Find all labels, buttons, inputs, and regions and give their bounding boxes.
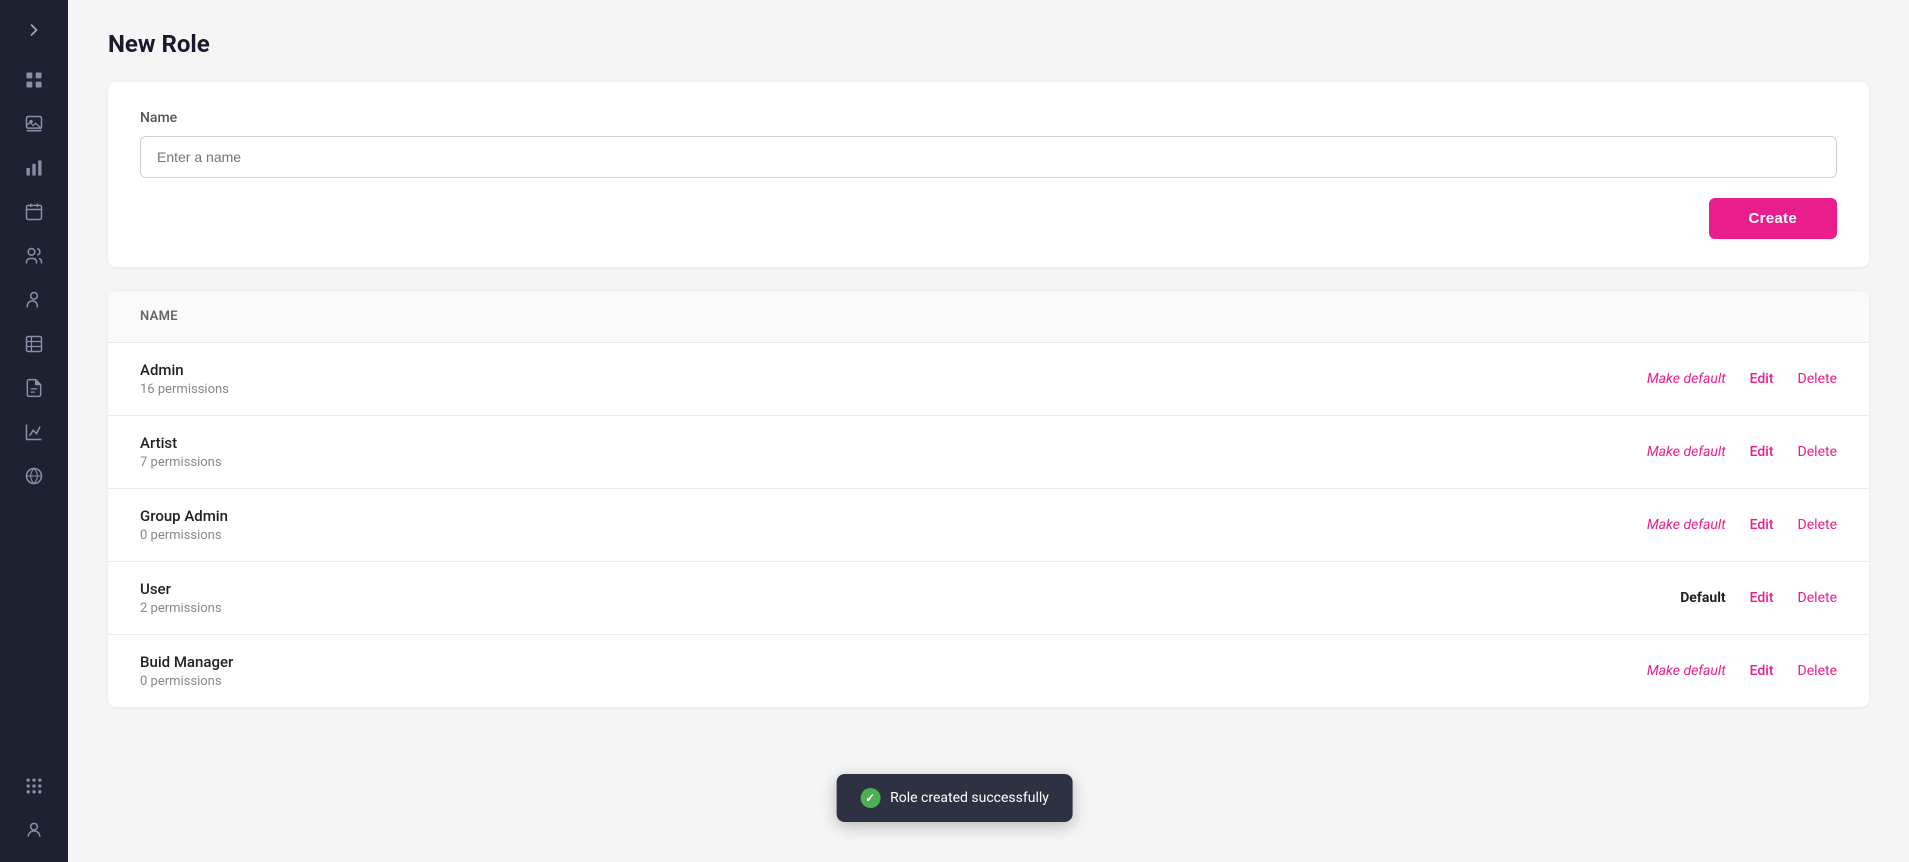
sidebar-item-table[interactable] bbox=[12, 324, 56, 364]
sidebar-item-dashboard[interactable] bbox=[12, 60, 56, 100]
role-permissions-admin: 16 permissions bbox=[140, 382, 1647, 397]
sidebar-item-account[interactable] bbox=[12, 810, 56, 850]
edit-button-artist[interactable]: Edit bbox=[1750, 444, 1774, 460]
default-badge-user: Default bbox=[1680, 590, 1725, 606]
edit-button-buid-manager[interactable]: Edit bbox=[1750, 663, 1774, 679]
toast-message: Role created successfully bbox=[890, 790, 1049, 806]
sidebar bbox=[0, 0, 68, 862]
page-title: New Role bbox=[108, 30, 1869, 58]
role-name-group-admin: Group Admin bbox=[140, 507, 1647, 525]
sidebar-item-users[interactable] bbox=[12, 236, 56, 276]
role-permissions-buid-manager: 0 permissions bbox=[140, 674, 1647, 689]
sidebar-item-user[interactable] bbox=[12, 280, 56, 320]
table-row: Buid Manager 0 permissions Make default … bbox=[108, 635, 1869, 707]
create-role-button[interactable]: Create bbox=[1709, 198, 1838, 239]
table-icon bbox=[24, 334, 44, 354]
make-default-button-group-admin[interactable]: Make default bbox=[1647, 517, 1726, 533]
table-header: Name bbox=[108, 291, 1869, 343]
edit-button-group-admin[interactable]: Edit bbox=[1750, 517, 1774, 533]
role-info-group-admin: Group Admin 0 permissions bbox=[140, 507, 1647, 543]
role-actions-buid-manager: Make default Edit Delete bbox=[1647, 663, 1837, 679]
delete-button-artist[interactable]: Delete bbox=[1798, 444, 1837, 460]
role-info-admin: Admin 16 permissions bbox=[140, 361, 1647, 397]
table-row: User 2 permissions Default Edit Delete bbox=[108, 562, 1869, 635]
edit-button-admin[interactable]: Edit bbox=[1750, 371, 1774, 387]
table-row: Group Admin 0 permissions Make default E… bbox=[108, 489, 1869, 562]
role-permissions-user: 2 permissions bbox=[140, 601, 1680, 616]
user-icon bbox=[24, 290, 44, 310]
roles-table: Name Admin 16 permissions Make default E… bbox=[108, 291, 1869, 707]
apps-icon bbox=[24, 776, 44, 796]
image-gallery-icon bbox=[24, 114, 44, 134]
make-default-button-buid-manager[interactable]: Make default bbox=[1647, 663, 1726, 679]
role-info-user: User 2 permissions bbox=[140, 580, 1680, 616]
sidebar-item-analytics[interactable] bbox=[12, 412, 56, 452]
globe-icon bbox=[24, 466, 44, 486]
role-actions-user: Default Edit Delete bbox=[1680, 590, 1837, 606]
users-icon bbox=[24, 246, 44, 266]
chevron-right-icon bbox=[24, 20, 44, 40]
sidebar-item-calendar[interactable] bbox=[12, 192, 56, 232]
grid-icon bbox=[24, 70, 44, 90]
document-icon bbox=[24, 378, 44, 398]
role-name-artist: Artist bbox=[140, 434, 1647, 452]
role-actions-admin: Make default Edit Delete bbox=[1647, 371, 1837, 387]
edit-button-user[interactable]: Edit bbox=[1750, 590, 1774, 606]
account-icon bbox=[24, 820, 44, 840]
toast-notification: ✓ Role created successfully bbox=[836, 774, 1073, 822]
sidebar-item-gallery[interactable] bbox=[12, 104, 56, 144]
role-actions-artist: Make default Edit Delete bbox=[1647, 444, 1837, 460]
delete-button-group-admin[interactable]: Delete bbox=[1798, 517, 1837, 533]
main-content: New Role Name Create Name Admin 16 permi… bbox=[68, 0, 1909, 862]
sidebar-item-globe[interactable] bbox=[12, 456, 56, 496]
delete-button-user[interactable]: Delete bbox=[1798, 590, 1837, 606]
toast-check-icon: ✓ bbox=[860, 788, 880, 808]
name-field-label: Name bbox=[140, 110, 1837, 126]
make-default-button-artist[interactable]: Make default bbox=[1647, 444, 1726, 460]
role-permissions-group-admin: 0 permissions bbox=[140, 528, 1647, 543]
analytics-icon bbox=[24, 422, 44, 442]
sidebar-item-chart[interactable] bbox=[12, 148, 56, 188]
bar-chart-icon bbox=[24, 158, 44, 178]
sidebar-item-document[interactable] bbox=[12, 368, 56, 408]
role-name-buid-manager: Buid Manager bbox=[140, 653, 1647, 671]
role-name-input[interactable] bbox=[140, 136, 1837, 178]
table-row: Artist 7 permissions Make default Edit D… bbox=[108, 416, 1869, 489]
role-actions-group-admin: Make default Edit Delete bbox=[1647, 517, 1837, 533]
sidebar-item-apps[interactable] bbox=[12, 766, 56, 806]
sidebar-toggle-button[interactable] bbox=[14, 12, 54, 48]
calendar-icon bbox=[24, 202, 44, 222]
role-name-admin: Admin bbox=[140, 361, 1647, 379]
delete-button-buid-manager[interactable]: Delete bbox=[1798, 663, 1837, 679]
create-role-form: Name Create bbox=[108, 82, 1869, 267]
role-info-artist: Artist 7 permissions bbox=[140, 434, 1647, 470]
make-default-button-admin[interactable]: Make default bbox=[1647, 371, 1726, 387]
delete-button-admin[interactable]: Delete bbox=[1798, 371, 1837, 387]
role-permissions-artist: 7 permissions bbox=[140, 455, 1647, 470]
role-name-user: User bbox=[140, 580, 1680, 598]
table-row: Admin 16 permissions Make default Edit D… bbox=[108, 343, 1869, 416]
role-info-buid-manager: Buid Manager 0 permissions bbox=[140, 653, 1647, 689]
